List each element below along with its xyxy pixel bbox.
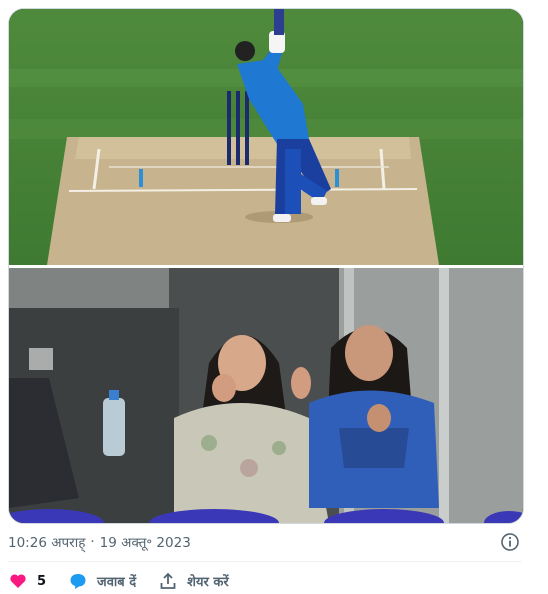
share-icon <box>160 572 176 589</box>
reply-bubble-icon <box>70 574 86 589</box>
share-button[interactable]: शेयर करें <box>158 571 229 591</box>
heart-icon <box>10 574 26 588</box>
like-count: 5 <box>37 573 47 589</box>
reply-label: जवाब दें <box>97 575 137 590</box>
tweet-timestamp[interactable]: 10:26 अपराह् · 19 अक्तू॰ 2023 <box>8 531 191 553</box>
tweet-time: 10:26 अपराह् <box>8 535 86 551</box>
tweet-actions-bar: 5 जवाब दें शेयर करें <box>8 568 251 594</box>
info-icon[interactable] <box>500 532 520 552</box>
spectators-clapping-photo[interactable] <box>9 268 523 523</box>
cricket-batsman-photo[interactable] <box>9 9 523 265</box>
like-button[interactable]: 5 <box>8 571 46 591</box>
actions-divider <box>8 561 522 562</box>
reply-button[interactable]: जवाब दें <box>68 571 136 591</box>
tweet-date: 19 अक्तू॰ 2023 <box>99 535 191 551</box>
timestamp-separator: · <box>90 534 95 550</box>
share-label: शेयर करें <box>187 575 229 590</box>
tweet-media[interactable] <box>8 8 524 524</box>
